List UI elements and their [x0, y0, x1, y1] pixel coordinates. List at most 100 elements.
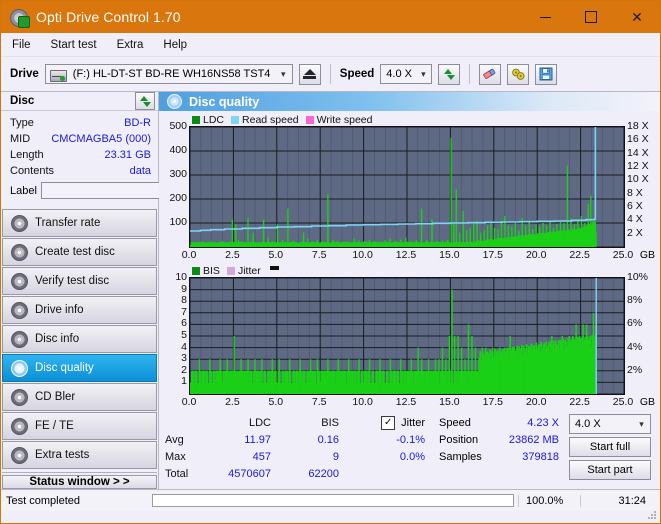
close-icon: ✕ [631, 10, 643, 24]
sidebar-item-label: Extra tests [35, 449, 89, 461]
refresh-button[interactable] [438, 64, 460, 85]
jitter-checkbox[interactable]: ✓ [381, 416, 395, 430]
axis-tick-label: 2.5 [225, 396, 240, 408]
menu-file[interactable]: File [10, 37, 33, 53]
jitter-max-row: 0.0% [361, 448, 425, 465]
settings-button[interactable] [507, 64, 529, 85]
axis-tick-label: 17.5 [483, 396, 503, 408]
sidebar-item-label: Create test disc [35, 246, 115, 258]
menu-extra[interactable]: Extra [115, 37, 146, 53]
legend-label: BIS [203, 265, 220, 277]
table-row: Total 4570607 62200 [165, 465, 345, 482]
axis-tick-label: 25.0 [613, 396, 633, 408]
legend-label: Jitter [238, 265, 261, 277]
disc-refresh-button[interactable] [135, 92, 155, 110]
sidebar-item-label: Drive info [35, 304, 84, 316]
sidebar-nav: Transfer rate Create test disc Verify te… [1, 209, 158, 470]
jitter-label: Jitter [401, 417, 425, 429]
menu-start-test[interactable]: Start test [49, 37, 99, 53]
save-button[interactable] [535, 64, 557, 85]
sidebar-item-label: CD Bler [35, 391, 75, 403]
drive-toolbar: Drive (F:) HL-DT-ST BD-RE WH16NS58 TST4 … [1, 57, 660, 92]
speed-select[interactable]: 4.0 X ▾ [380, 64, 432, 84]
stats-header-row: LDC BIS [165, 414, 345, 431]
bottom-chart-legend: BIS Jitter [162, 264, 656, 277]
stats-col-ldc: LDC [209, 417, 277, 429]
disc-label-caption: Label [10, 185, 37, 197]
axis-tick-label: 5 [181, 329, 187, 341]
eraser-button[interactable] [479, 64, 501, 85]
disc-info-list: Type BD-R MID CMCMAGBA5 (000) Length 23.… [1, 111, 158, 205]
disc-icon [11, 331, 28, 348]
stats-row-label: Max [165, 451, 209, 463]
legend-marker [270, 266, 279, 270]
maximize-button[interactable] [568, 1, 614, 33]
sidebar-item-drive-info[interactable]: Drive info [2, 296, 157, 324]
menu-help[interactable]: Help [161, 37, 189, 53]
speed-row: Speed 4.23 X [439, 414, 559, 431]
jitter-max-value: 0.0% [361, 451, 425, 463]
disc-label-row: Label [10, 181, 151, 200]
axis-tick-label: 2% [627, 364, 642, 376]
axis-tick-label: 20.0 [526, 249, 546, 261]
legend-swatch [306, 116, 314, 124]
app-disc-drive-icon [9, 7, 29, 27]
axis-tick-label: 1 [181, 375, 187, 387]
drive-icon [50, 68, 65, 81]
sidebar-item-disc-info[interactable]: Disc info [2, 325, 157, 353]
axis-tick-label: 20.0 [526, 396, 546, 408]
start-part-button[interactable]: Start part [569, 460, 651, 480]
disc-contents-value: data [130, 165, 151, 177]
sidebar-item-transfer-rate[interactable]: Transfer rate [2, 209, 157, 237]
axis-tick-label: 5.0 [268, 396, 283, 408]
bottom-chart: BIS Jitter 12345678910 2%4%6%8%10% 0.02 [162, 264, 656, 410]
disc-mid-value: CMCMAGBA5 (000) [51, 133, 151, 145]
save-icon [539, 67, 553, 81]
disc-icon [11, 302, 28, 319]
charts-area: LDC Read speed Write speed 1002003004005… [159, 111, 660, 410]
stats-table: LDC BIS Avg 11.97 0.16 Max 457 9 Total [165, 414, 345, 480]
close-button[interactable]: ✕ [614, 1, 660, 33]
axis-tick-label: 12.5 [396, 249, 416, 261]
axis-tick-label: 22.5 [569, 249, 589, 261]
axis-tick-label: 14 X [627, 147, 649, 159]
eraser-icon [482, 67, 498, 81]
test-speed-value: 4.0 X [570, 418, 606, 430]
disc-icon [11, 418, 28, 435]
window-controls: ✕ [522, 1, 660, 33]
stats-avg-ldc: 11.97 [209, 434, 277, 446]
test-speed-select[interactable]: 4.0 X ▾ [569, 414, 651, 434]
top-chart: LDC Read speed Write speed 1002003004005… [162, 113, 656, 263]
drive-select[interactable]: (F:) HL-DT-ST BD-RE WH16NS58 TST4 ▾ [45, 64, 293, 84]
chevron-down-icon: ▾ [415, 65, 431, 83]
sidebar-item-cd-bler[interactable]: CD Bler [2, 383, 157, 411]
stats-total-bis: 62200 [277, 468, 345, 480]
disc-quality-icon [167, 94, 182, 109]
jitter-column: ✓ Jitter -0.1% 0.0% [361, 414, 425, 480]
resize-grip[interactable] [648, 511, 657, 520]
sidebar-item-fe-te[interactable]: FE / TE [2, 412, 157, 440]
axis-tick-label: 22.5 [569, 396, 589, 408]
bottom-chart-y-axis-left: 12345678910 [162, 277, 189, 395]
axis-tick-label: 4 X [627, 213, 643, 225]
axis-tick-label: 15.0 [439, 396, 459, 408]
stats-max-bis: 9 [277, 451, 345, 463]
sidebar-item-extra-tests[interactable]: Extra tests [2, 441, 157, 469]
status-window-button[interactable]: Status window > > [2, 475, 157, 489]
disc-panel-header: Disc [1, 92, 158, 111]
start-full-button[interactable]: Start full [569, 437, 651, 457]
sidebar-item-create-test-disc[interactable]: Create test disc [2, 238, 157, 266]
eject-button[interactable] [299, 64, 321, 85]
sidebar-item-label: FE / TE [35, 420, 74, 432]
sidebar-item-verify-test-disc[interactable]: Verify test disc [2, 267, 157, 295]
disc-icon [11, 244, 28, 261]
page-title: Disc quality [189, 95, 259, 109]
top-chart-x-axis: 0.02.55.07.510.012.515.017.520.022.525.0… [162, 248, 656, 263]
status-message: Test completed [1, 495, 148, 507]
sidebar-item-disc-quality[interactable]: Disc quality [2, 354, 157, 382]
top-chart-legend: LDC Read speed Write speed [162, 113, 656, 126]
axis-tick-label: 200 [169, 192, 187, 204]
disc-length-value: 23.31 GB [105, 149, 151, 161]
minimize-button[interactable] [522, 1, 568, 33]
window-title: Opti Drive Control 1.70 [36, 9, 181, 25]
